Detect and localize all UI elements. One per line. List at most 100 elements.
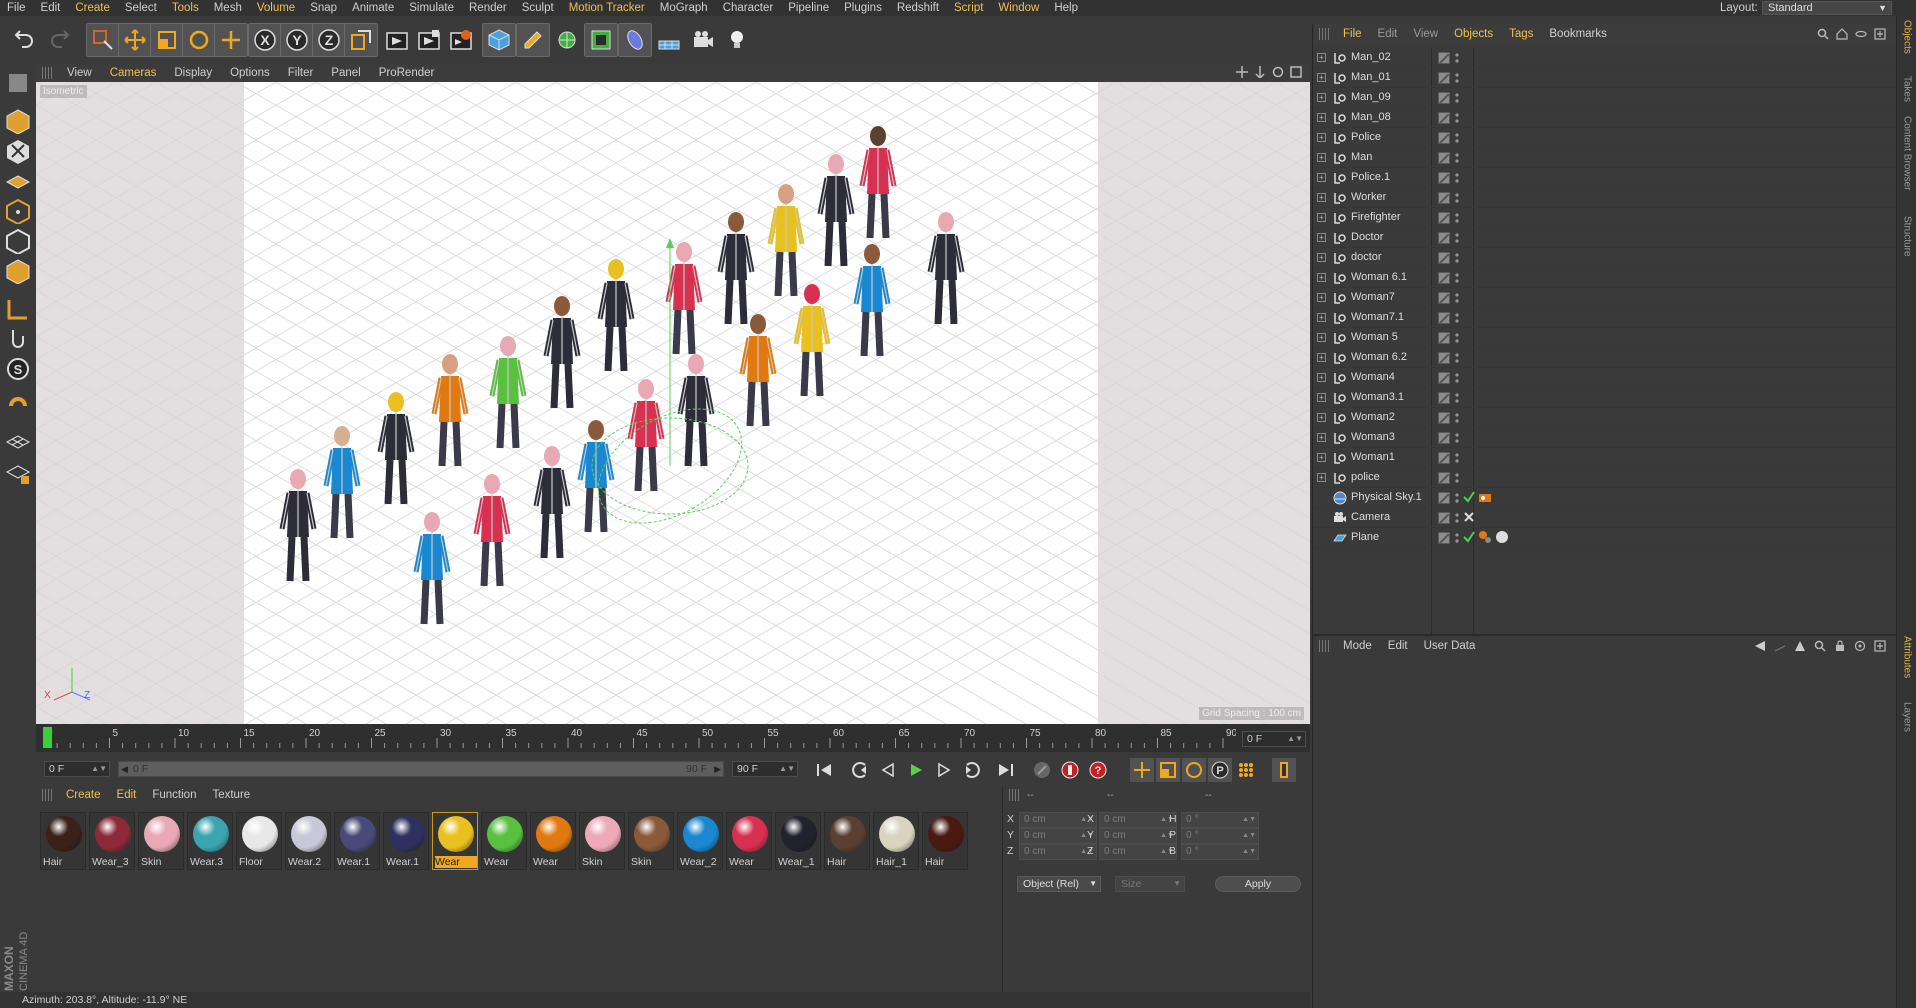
expand-icon[interactable]: + bbox=[1317, 113, 1326, 122]
layer-icon[interactable] bbox=[1438, 92, 1450, 105]
coordinate-field[interactable]: 0 cm ▲▼ bbox=[1099, 844, 1177, 860]
tweak-mode-button[interactable] bbox=[3, 324, 33, 354]
object-row-woman7-1[interactable]: + Woman7.1 bbox=[1313, 308, 1897, 328]
expand-icon[interactable]: + bbox=[1317, 373, 1326, 382]
record-active-objects-button[interactable] bbox=[1058, 758, 1082, 782]
start-frame-field[interactable]: 0 F ▲▼ bbox=[44, 761, 110, 777]
menu-simulate[interactable]: Simulate bbox=[402, 0, 462, 16]
visibility-dots-icon[interactable] bbox=[1455, 191, 1459, 205]
visibility-dots-icon[interactable] bbox=[1455, 311, 1459, 325]
visibility-dots-icon[interactable] bbox=[1455, 511, 1459, 525]
grip-icon[interactable] bbox=[1319, 28, 1329, 40]
object-name[interactable]: Worker bbox=[1351, 191, 1386, 203]
search-icon[interactable] bbox=[1814, 640, 1826, 652]
object-menu-tags[interactable]: Tags bbox=[1501, 28, 1541, 40]
grip-icon[interactable] bbox=[1319, 640, 1329, 652]
menu-mesh[interactable]: Mesh bbox=[207, 0, 250, 16]
layer-icon[interactable] bbox=[1438, 312, 1450, 325]
material-swatch[interactable]: Wear bbox=[432, 812, 478, 870]
visibility-dots-icon[interactable] bbox=[1455, 111, 1459, 125]
visibility-dots-icon[interactable] bbox=[1455, 71, 1459, 85]
axis-mode-button[interactable] bbox=[3, 294, 33, 324]
array-button[interactable] bbox=[584, 23, 618, 57]
menu-plugins[interactable]: Plugins bbox=[837, 0, 890, 16]
tag-icon[interactable] bbox=[1478, 490, 1492, 504]
layer-icon[interactable] bbox=[1438, 452, 1450, 465]
menu-help[interactable]: Help bbox=[1047, 0, 1086, 16]
object-name[interactable]: Woman 6.2 bbox=[1351, 351, 1407, 363]
object-menu-objects[interactable]: Objects bbox=[1446, 28, 1501, 40]
grip-icon[interactable] bbox=[1009, 789, 1019, 801]
key-parameter-button[interactable]: P bbox=[1208, 758, 1232, 782]
coordinate-field[interactable]: 0 ° ▲▼ bbox=[1181, 812, 1259, 828]
object-row-man-09[interactable]: + Man_09 bbox=[1313, 88, 1897, 108]
material-swatch[interactable]: Wear.1 bbox=[383, 812, 429, 870]
material-swatch[interactable]: Wear bbox=[530, 812, 576, 870]
layer-icon[interactable] bbox=[1438, 72, 1450, 85]
x-axis-lock-button[interactable]: X bbox=[248, 23, 282, 57]
key-position-button[interactable] bbox=[1130, 758, 1154, 782]
object-row-woman-5[interactable]: + Woman 5 bbox=[1313, 328, 1897, 348]
light-button[interactable] bbox=[720, 23, 754, 57]
menu-mograph[interactable]: MoGraph bbox=[653, 0, 716, 16]
attribute-menu-user-data[interactable]: User Data bbox=[1416, 640, 1484, 652]
texture-tag-icon[interactable] bbox=[1478, 530, 1492, 544]
object-row-woman3-1[interactable]: + Woman3.1 bbox=[1313, 388, 1897, 408]
up-arrow-icon[interactable] bbox=[1794, 640, 1806, 652]
layout-dropdown[interactable]: Standard ▼ bbox=[1762, 1, 1892, 15]
move-button[interactable] bbox=[118, 23, 152, 57]
expand-icon[interactable]: + bbox=[1317, 333, 1326, 342]
object-name[interactable]: Man bbox=[1351, 151, 1372, 163]
material-menu-create[interactable]: Create bbox=[58, 789, 109, 801]
object-row-woman1[interactable]: + Woman1 bbox=[1313, 448, 1897, 468]
visibility-dots-icon[interactable] bbox=[1455, 151, 1459, 165]
expand-icon[interactable]: + bbox=[1317, 473, 1326, 482]
material-swatch[interactable]: Wear.2 bbox=[285, 812, 331, 870]
object-name[interactable]: Woman1 bbox=[1351, 451, 1395, 463]
object-row-police[interactable]: + Police bbox=[1313, 128, 1897, 148]
visibility-dots-icon[interactable] bbox=[1455, 91, 1459, 105]
object-name[interactable]: Police bbox=[1351, 131, 1381, 143]
material-swatch[interactable]: Hair bbox=[922, 812, 968, 870]
pan-icon[interactable] bbox=[1236, 66, 1248, 78]
object-row-worker[interactable]: + Worker bbox=[1313, 188, 1897, 208]
attribute-menu-mode[interactable]: Mode bbox=[1335, 640, 1380, 652]
layer-icon[interactable] bbox=[1438, 412, 1450, 425]
object-row-woman4[interactable]: + Woman4 bbox=[1313, 368, 1897, 388]
search-icon[interactable] bbox=[1817, 28, 1829, 40]
attribute-menu-edit[interactable]: Edit bbox=[1380, 640, 1416, 652]
floor-button[interactable] bbox=[652, 23, 686, 57]
object-row-police-1[interactable]: + Police.1 bbox=[1313, 168, 1897, 188]
object-menu-edit[interactable]: Edit bbox=[1370, 28, 1406, 40]
orbit-icon[interactable] bbox=[1272, 66, 1284, 78]
range-left-arrow-icon[interactable]: ◀ bbox=[121, 762, 128, 776]
visibility-dots-icon[interactable] bbox=[1455, 331, 1459, 345]
object-name[interactable]: Plane bbox=[1351, 531, 1379, 543]
coordinate-system-button[interactable] bbox=[344, 23, 378, 57]
material-swatch[interactable]: Skin bbox=[628, 812, 674, 870]
material-menu-function[interactable]: Function bbox=[144, 789, 204, 801]
object-row-man-01[interactable]: + Man_01 bbox=[1313, 68, 1897, 88]
side-tab-content-browser[interactable]: Content Browser bbox=[1899, 116, 1915, 190]
object-name[interactable]: Man_01 bbox=[1351, 71, 1391, 83]
apply-button[interactable]: Apply bbox=[1215, 876, 1301, 892]
coordinate-field[interactable]: 0 cm ▲▼ bbox=[1019, 828, 1097, 844]
object-name[interactable]: Woman7.1 bbox=[1351, 311, 1404, 323]
layer-icon[interactable] bbox=[1438, 512, 1450, 525]
lock-icon[interactable] bbox=[1834, 640, 1846, 652]
expand-icon[interactable]: + bbox=[1317, 253, 1326, 262]
pen-button[interactable] bbox=[516, 23, 550, 57]
side-tab-layers[interactable]: Layers bbox=[1899, 702, 1915, 732]
menu-script[interactable]: Script bbox=[947, 0, 991, 16]
object-name[interactable]: Woman7 bbox=[1351, 291, 1395, 303]
layer-icon[interactable] bbox=[1438, 232, 1450, 245]
material-menu-edit[interactable]: Edit bbox=[109, 789, 145, 801]
forward-arrow-icon[interactable] bbox=[1774, 640, 1786, 652]
expand-icon[interactable]: + bbox=[1317, 53, 1326, 62]
visibility-dots-icon[interactable] bbox=[1455, 391, 1459, 405]
model-mode-button[interactable] bbox=[3, 106, 33, 136]
z-axis-lock-button[interactable]: Z bbox=[312, 23, 346, 57]
redo-button[interactable] bbox=[42, 23, 76, 57]
menu-volume[interactable]: Volume bbox=[250, 0, 303, 16]
object-row-woman-6-2[interactable]: + Woman 6.2 bbox=[1313, 348, 1897, 368]
